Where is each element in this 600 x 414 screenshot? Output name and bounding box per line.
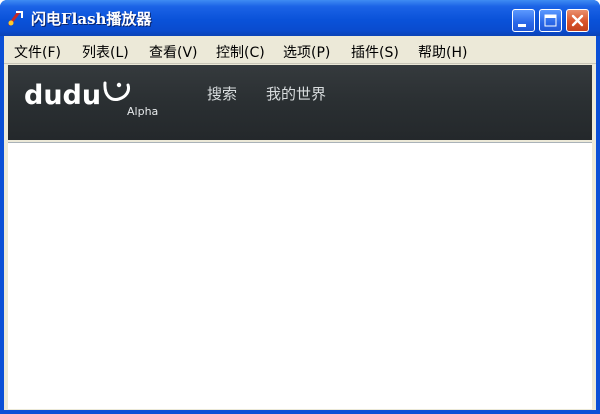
menu-options[interactable]: 选项(P) — [283, 42, 330, 62]
window-body: 文件(F) 列表(L) 查看(V) 控制(C) 选项(P) 插件(S) 帮助(H… — [4, 36, 596, 410]
menu-plugins[interactable]: 插件(S) — [351, 42, 399, 62]
close-icon — [571, 14, 584, 27]
maximize-icon — [544, 14, 557, 27]
minimize-button[interactable] — [512, 9, 535, 32]
logo-wordmark: dudu — [24, 80, 101, 111]
menu-control[interactable]: 控制(C) — [216, 42, 265, 62]
dudu-logo[interactable]: dudu Alpha — [22, 73, 172, 118]
dudu-toolbar: dudu Alpha 搜索 我的世界 — [8, 65, 592, 140]
logo-badge: Alpha — [127, 105, 158, 118]
menu-bar: 文件(F) 列表(L) 查看(V) 控制(C) 选项(P) 插件(S) 帮助(H… — [4, 36, 596, 64]
menu-help[interactable]: 帮助(H) — [418, 42, 467, 62]
smile-icon — [103, 81, 130, 101]
app-window: 闪电Flash播放器 文件(F) 列表(L) 查看(V) 控制(C) 选项(P)… — [0, 0, 600, 414]
menu-view[interactable]: 查看(V) — [149, 42, 198, 62]
window-title: 闪电Flash播放器 — [31, 10, 152, 28]
menu-list[interactable]: 列表(L) — [82, 42, 129, 62]
nav-search[interactable]: 搜索 — [207, 83, 237, 104]
close-button[interactable] — [566, 9, 589, 32]
nav-my-world[interactable]: 我的世界 — [266, 83, 326, 104]
title-bar[interactable]: 闪电Flash播放器 — [0, 0, 600, 36]
menu-file[interactable]: 文件(F) — [14, 42, 61, 62]
player-content-area[interactable] — [8, 142, 592, 409]
maximize-button[interactable] — [539, 9, 562, 32]
smile-eye-icon — [116, 82, 122, 88]
minimize-icon — [518, 24, 526, 27]
flash-player-icon[interactable] — [7, 9, 25, 27]
